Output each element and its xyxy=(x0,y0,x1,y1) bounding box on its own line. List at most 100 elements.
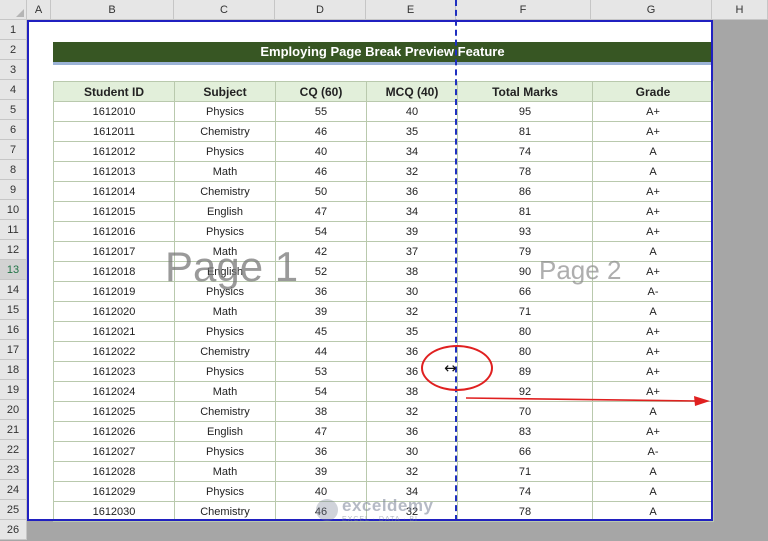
row-header-4[interactable]: 4 xyxy=(0,80,27,100)
cell-total-marks[interactable]: 81 xyxy=(457,121,593,142)
cell-grade[interactable]: A+ xyxy=(592,101,714,122)
cell-mcq[interactable]: 30 xyxy=(366,281,458,302)
cell-total-marks[interactable]: 71 xyxy=(457,461,593,482)
cell-student-id[interactable]: 1612028 xyxy=(53,461,175,482)
cell-total-marks[interactable]: 93 xyxy=(457,221,593,242)
cell-student-id[interactable]: 1612017 xyxy=(53,241,175,262)
cell-student-id[interactable]: 1612020 xyxy=(53,301,175,322)
cell-mcq[interactable]: 32 xyxy=(366,161,458,182)
row-header-13[interactable]: 13 xyxy=(0,260,27,280)
cell-cq[interactable]: 44 xyxy=(275,341,367,362)
cell-mcq[interactable]: 40 xyxy=(366,101,458,122)
cell-subject[interactable]: Math xyxy=(174,301,276,322)
cell-subject[interactable]: Physics xyxy=(174,221,276,242)
cell-grade[interactable]: A+ xyxy=(592,341,714,362)
cell-grade[interactable]: A xyxy=(592,481,714,502)
cell-grade[interactable]: A+ xyxy=(592,261,714,282)
cell-student-id[interactable]: 1612011 xyxy=(53,121,175,142)
cell-student-id[interactable]: 1612021 xyxy=(53,321,175,342)
cell-total-marks[interactable]: 74 xyxy=(457,481,593,502)
row-header-25[interactable]: 25 xyxy=(0,500,27,520)
row-header-10[interactable]: 10 xyxy=(0,200,27,220)
cell-student-id[interactable]: 1612026 xyxy=(53,421,175,442)
cell-total-marks[interactable]: 80 xyxy=(457,321,593,342)
row-header-3[interactable]: 3 xyxy=(0,60,27,80)
cell-cq[interactable]: 39 xyxy=(275,301,367,322)
cell-student-id[interactable]: 1612012 xyxy=(53,141,175,162)
cell-mcq[interactable]: 36 xyxy=(366,181,458,202)
cell-mcq[interactable]: 38 xyxy=(366,261,458,282)
header-grade[interactable]: Grade xyxy=(592,81,714,102)
row-header-6[interactable]: 6 xyxy=(0,120,27,140)
cell-total-marks[interactable]: 78 xyxy=(457,161,593,182)
row-header-19[interactable]: 19 xyxy=(0,380,27,400)
cell-subject[interactable]: Physics xyxy=(174,361,276,382)
cell-grade[interactable]: A+ xyxy=(592,421,714,442)
row-header-21[interactable]: 21 xyxy=(0,420,27,440)
cell-mcq[interactable]: 36 xyxy=(366,421,458,442)
row-header-16[interactable]: 16 xyxy=(0,320,27,340)
cell-subject[interactable]: Chemistry xyxy=(174,181,276,202)
cell-student-id[interactable]: 1612018 xyxy=(53,261,175,282)
cell-cq[interactable]: 46 xyxy=(275,121,367,142)
cell-cq[interactable]: 54 xyxy=(275,221,367,242)
cell-subject[interactable]: Chemistry xyxy=(174,401,276,422)
cell-student-id[interactable]: 1612013 xyxy=(53,161,175,182)
cell-cq[interactable]: 38 xyxy=(275,401,367,422)
cell-cq[interactable]: 52 xyxy=(275,261,367,282)
cell-mcq[interactable]: 35 xyxy=(366,321,458,342)
cell-grade[interactable]: A xyxy=(592,301,714,322)
cell-subject[interactable]: Math xyxy=(174,241,276,262)
select-all-corner[interactable] xyxy=(0,0,27,20)
cell-cq[interactable]: 54 xyxy=(275,381,367,402)
cell-total-marks[interactable]: 66 xyxy=(457,441,593,462)
row-header-12[interactable]: 12 xyxy=(0,240,27,260)
cell-cq[interactable]: 45 xyxy=(275,321,367,342)
column-header-h[interactable]: H xyxy=(712,0,768,20)
cell-grade[interactable]: A xyxy=(592,241,714,262)
cell-grade[interactable]: A- xyxy=(592,441,714,462)
row-header-5[interactable]: 5 xyxy=(0,100,27,120)
cell-student-id[interactable]: 1612010 xyxy=(53,101,175,122)
cell-cq[interactable]: 42 xyxy=(275,241,367,262)
cell-subject[interactable]: Physics xyxy=(174,321,276,342)
row-header-9[interactable]: 9 xyxy=(0,180,27,200)
row-header-24[interactable]: 24 xyxy=(0,480,27,500)
cell-student-id[interactable]: 1612030 xyxy=(53,501,175,522)
column-header-b[interactable]: B xyxy=(51,0,174,20)
cell-grade[interactable]: A+ xyxy=(592,201,714,222)
cell-student-id[interactable]: 1612015 xyxy=(53,201,175,222)
page-break-line[interactable] xyxy=(455,0,457,521)
cell-cq[interactable]: 36 xyxy=(275,441,367,462)
row-header-11[interactable]: 11 xyxy=(0,220,27,240)
column-header-c[interactable]: C xyxy=(174,0,275,20)
cell-subject[interactable]: Physics xyxy=(174,441,276,462)
cell-subject[interactable]: English xyxy=(174,261,276,282)
cell-student-id[interactable]: 1612029 xyxy=(53,481,175,502)
cell-grade[interactable]: A xyxy=(592,141,714,162)
cell-total-marks[interactable]: 81 xyxy=(457,201,593,222)
row-header-14[interactable]: 14 xyxy=(0,280,27,300)
cell-grade[interactable]: A+ xyxy=(592,181,714,202)
cell-mcq[interactable]: 32 xyxy=(366,301,458,322)
cell-mcq[interactable]: 35 xyxy=(366,121,458,142)
column-header-d[interactable]: D xyxy=(275,0,366,20)
cell-grade[interactable]: A+ xyxy=(592,321,714,342)
header-total-marks[interactable]: Total Marks xyxy=(457,81,593,102)
cell-grade[interactable]: A xyxy=(592,461,714,482)
cell-grade[interactable]: A- xyxy=(592,281,714,302)
header-subject[interactable]: Subject xyxy=(174,81,276,102)
row-header-20[interactable]: 20 xyxy=(0,400,27,420)
cell-grade[interactable]: A+ xyxy=(592,361,714,382)
cell-grade[interactable]: A xyxy=(592,501,714,522)
cell-total-marks[interactable]: 66 xyxy=(457,281,593,302)
cell-mcq[interactable]: 37 xyxy=(366,241,458,262)
cell-cq[interactable]: 40 xyxy=(275,141,367,162)
cell-subject[interactable]: Physics xyxy=(174,481,276,502)
cell-cq[interactable]: 36 xyxy=(275,281,367,302)
row-header-26[interactable]: 26 xyxy=(0,520,27,540)
cell-grade[interactable]: A xyxy=(592,161,714,182)
cell-total-marks[interactable]: 79 xyxy=(457,241,593,262)
cell-student-id[interactable]: 1612022 xyxy=(53,341,175,362)
cell-total-marks[interactable]: 83 xyxy=(457,421,593,442)
